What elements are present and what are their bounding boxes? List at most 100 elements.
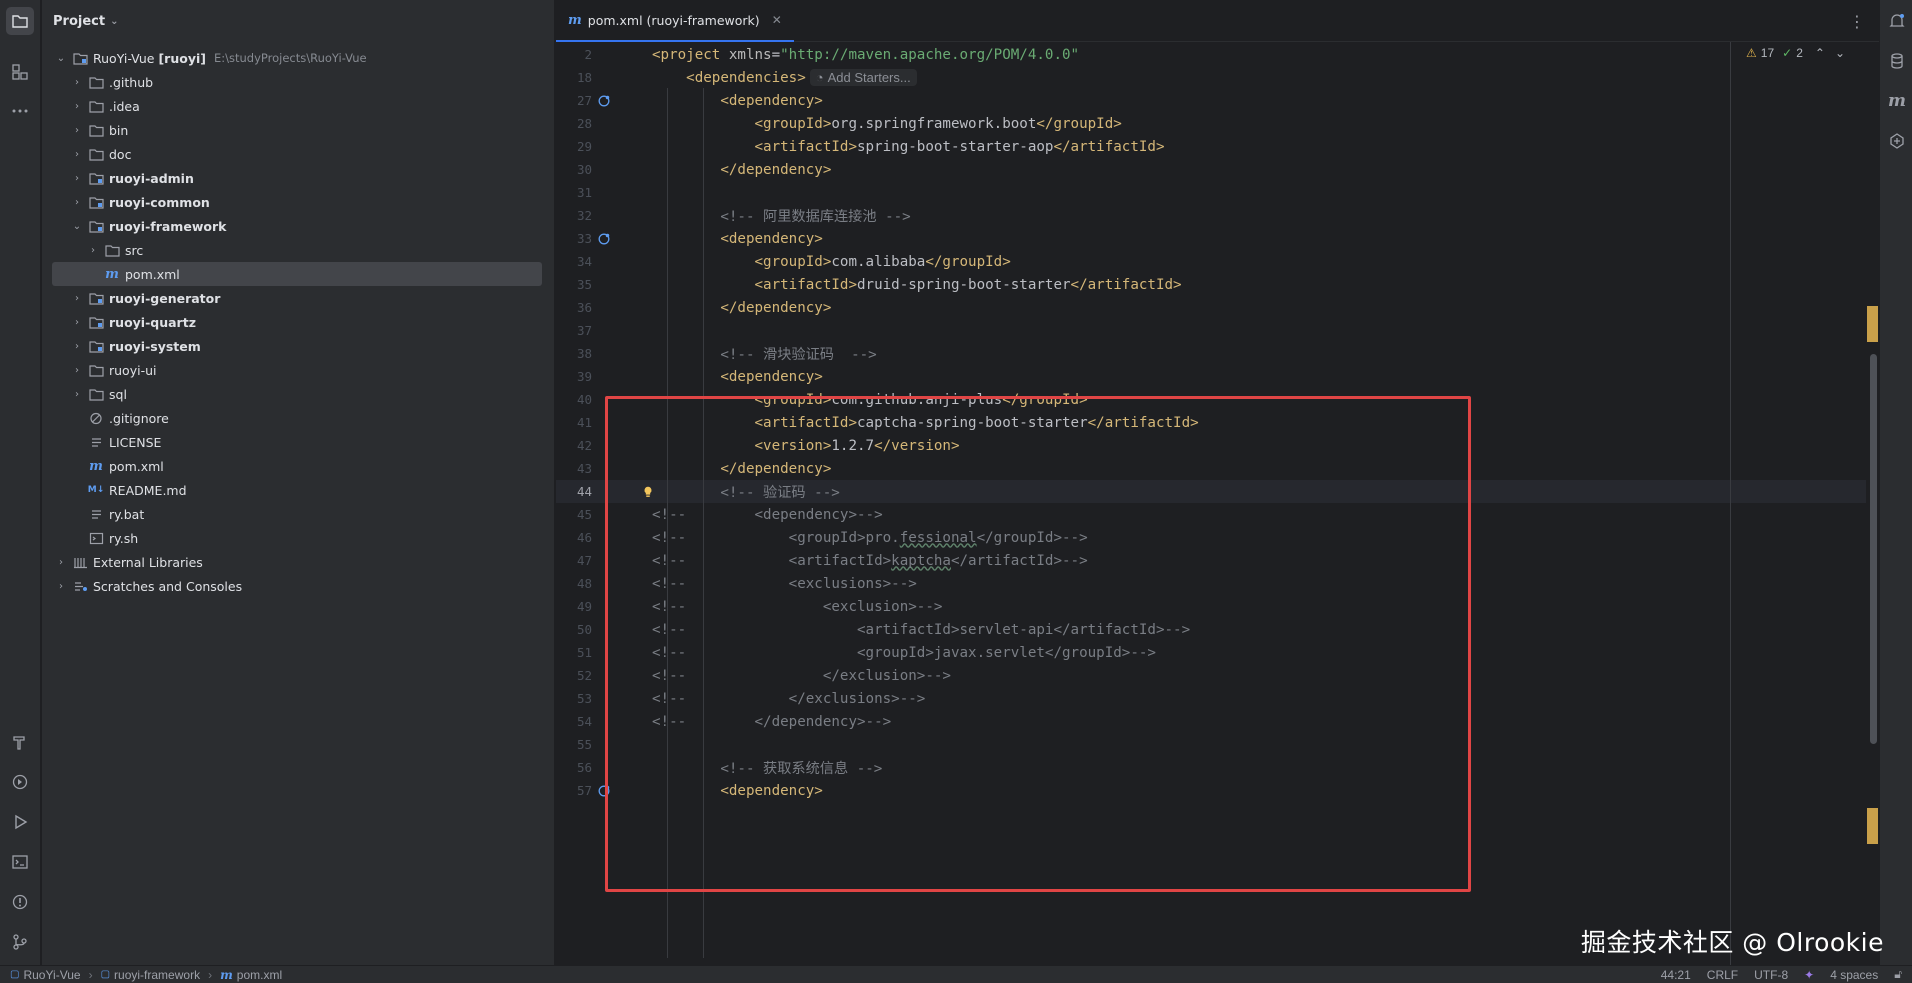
line-number[interactable]: 37 (556, 323, 592, 338)
code-line[interactable]: 33 <dependency> (556, 227, 1866, 250)
chevron-right-icon[interactable]: › (86, 245, 100, 256)
tree-item[interactable]: .gitignore (42, 406, 554, 430)
code-line[interactable]: 29 <artifactId>spring-boot-starter-aop</… (556, 135, 1866, 158)
code-line[interactable]: 27 <dependency> (556, 89, 1866, 112)
terminal-icon[interactable] (6, 848, 34, 876)
file-encoding[interactable]: UTF-8 (1754, 968, 1788, 982)
tree-item[interactable]: m pom.xml (42, 454, 554, 478)
tree-item[interactable]: › ruoyi-system (42, 334, 554, 358)
tree-item[interactable]: LICENSE (42, 430, 554, 454)
line-number[interactable]: 18 (556, 70, 592, 85)
breadcrumb-item-module[interactable]: ruoyi-framework (114, 968, 200, 982)
tree-item[interactable]: › Scratches and Consoles (42, 574, 554, 598)
code-line[interactable]: 35 <artifactId>druid-spring-boot-starter… (556, 273, 1866, 296)
indent-setting[interactable]: 4 spaces (1830, 968, 1878, 982)
tree-item[interactable]: › bin (42, 118, 554, 142)
code-line[interactable]: 34 <groupId>com.alibaba</groupId> (556, 250, 1866, 273)
line-number[interactable]: 47 (556, 553, 592, 568)
line-number[interactable]: 28 (556, 116, 592, 131)
line-ending[interactable]: CRLF (1707, 968, 1738, 982)
line-number[interactable]: 32 (556, 208, 592, 223)
run-icon[interactable] (6, 808, 34, 836)
line-number[interactable]: 30 (556, 162, 592, 177)
maven-icon[interactable]: m (1883, 87, 1911, 115)
ai-assistant-icon[interactable] (1883, 127, 1911, 155)
line-number[interactable]: 42 (556, 438, 592, 453)
chevron-right-icon[interactable]: › (70, 365, 84, 376)
read-only-toggle-icon[interactable]: 🔓︎ (1894, 967, 1902, 982)
chevron-right-icon[interactable]: › (70, 293, 84, 304)
line-number[interactable]: 29 (556, 139, 592, 154)
code-line[interactable]: 2 <project xmlns="http://maven.apache.org… (556, 43, 1866, 66)
code-line[interactable]: 28 <groupId>org.springframework.boot</gr… (556, 112, 1866, 135)
line-number[interactable]: 51 (556, 645, 592, 660)
chevron-right-icon[interactable]: › (70, 317, 84, 328)
line-number[interactable]: 54 (556, 714, 592, 729)
maven-dependency-gutter-icon[interactable] (596, 93, 612, 109)
chevron-right-icon[interactable]: › (70, 125, 84, 136)
build-hammer-icon[interactable] (6, 728, 34, 756)
line-number[interactable]: 46 (556, 530, 592, 545)
maven-dependency-gutter-icon[interactable] (596, 231, 612, 247)
problems-icon[interactable] (6, 888, 34, 916)
add-starters-button[interactable]: ◔ Add Starters... (809, 69, 917, 86)
line-number[interactable]: 34 (556, 254, 592, 269)
chevron-right-icon[interactable]: › (54, 557, 68, 568)
chevron-right-icon[interactable]: › (70, 197, 84, 208)
line-number[interactable]: 41 (556, 415, 592, 430)
tree-item[interactable]: › doc (42, 142, 554, 166)
more-options-icon[interactable]: ⋮ (1849, 12, 1865, 31)
line-number[interactable]: 43 (556, 461, 592, 476)
tree-item[interactable]: › ruoyi-admin (42, 166, 554, 190)
project-folder-icon[interactable] (6, 7, 34, 35)
code-line[interactable]: 31 (556, 181, 1866, 204)
chevron-right-icon[interactable]: › (70, 173, 84, 184)
line-number[interactable]: 49 (556, 599, 592, 614)
scrollbar-thumb[interactable] (1870, 354, 1877, 744)
tree-item[interactable]: › ruoyi-common (42, 190, 554, 214)
chevron-right-icon[interactable]: › (54, 581, 68, 592)
chevron-right-icon[interactable]: › (70, 149, 84, 160)
line-number[interactable]: 33 (556, 231, 592, 246)
line-number[interactable]: 39 (556, 369, 592, 384)
code-line[interactable]: 18 <dependencies> ◔ Add Starters... (556, 66, 1866, 89)
code-line[interactable]: 39 <dependency> (556, 365, 1866, 388)
chevron-right-icon[interactable]: › (70, 101, 84, 112)
tree-item[interactable]: › .github (42, 70, 554, 94)
breadcrumb-item-file[interactable]: pom.xml (237, 968, 282, 982)
line-number[interactable]: 53 (556, 691, 592, 706)
line-number[interactable]: 27 (556, 93, 592, 108)
chevron-right-icon[interactable]: › (70, 77, 84, 88)
editor-tab-pom-xml[interactable]: m pom.xml (ruoyi-framework) ✕ (556, 0, 794, 42)
project-panel-header[interactable]: Project ⌄ (42, 0, 554, 42)
line-number[interactable]: 36 (556, 300, 592, 315)
tree-item[interactable]: › External Libraries (42, 550, 554, 574)
structure-icon[interactable] (6, 58, 34, 86)
line-number[interactable]: 2 (556, 47, 592, 62)
line-number[interactable]: 56 (556, 760, 592, 775)
tree-item[interactable]: › ruoyi-quartz (42, 310, 554, 334)
tree-item[interactable]: › ruoyi-ui (42, 358, 554, 382)
chevron-down-icon[interactable]: ⌄ (70, 221, 84, 232)
close-icon[interactable]: ✕ (772, 13, 782, 27)
tree-item[interactable]: › ruoyi-generator (42, 286, 554, 310)
warning-stripe-marker[interactable] (1867, 306, 1878, 342)
line-number[interactable]: 50 (556, 622, 592, 637)
database-icon[interactable] (1883, 47, 1911, 75)
caret-position[interactable]: 44:21 (1661, 968, 1691, 982)
notifications-bell-icon[interactable] (1883, 7, 1911, 35)
editor-scrollbar[interactable] (1867, 42, 1879, 965)
breadcrumb-item-project[interactable]: RuoYi-Vue (23, 968, 80, 982)
line-number[interactable]: 45 (556, 507, 592, 522)
line-number[interactable]: 40 (556, 392, 592, 407)
code-line[interactable]: 30 </dependency> (556, 158, 1866, 181)
line-number[interactable]: 44 (556, 484, 592, 499)
tree-item[interactable]: › .idea (42, 94, 554, 118)
git-branch-icon[interactable] (6, 928, 34, 956)
line-number[interactable]: 35 (556, 277, 592, 292)
tree-item[interactable]: › src (42, 238, 554, 262)
tree-item[interactable]: ⌄ ruoyi-framework (42, 214, 554, 238)
ai-status-icon[interactable]: ✦ (1804, 968, 1814, 982)
code-line[interactable]: 36 </dependency> (556, 296, 1866, 319)
tree-item[interactable]: › sql (42, 382, 554, 406)
